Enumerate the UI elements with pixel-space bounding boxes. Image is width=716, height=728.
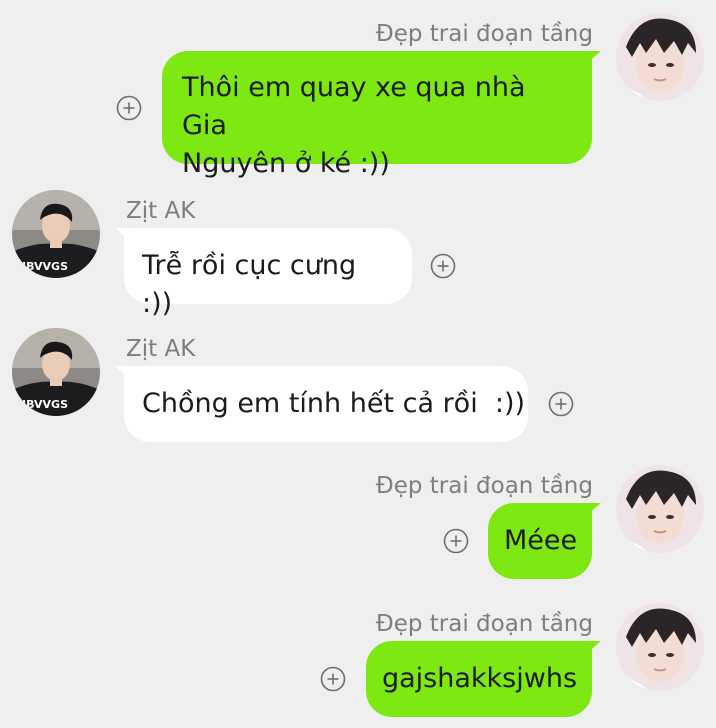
add-circle-icon[interactable] (116, 95, 142, 121)
sender-name: Zịt AK (126, 198, 196, 224)
user-avatar-icon[interactable] (616, 13, 704, 101)
message-text-line: Nguyên ở ké :)) (182, 148, 390, 179)
sender-name: Đẹp trai đoạn tầng (375, 21, 593, 47)
sender-name: Đẹp trai đoạn tầng (375, 473, 593, 499)
message-text-line: Méee (504, 525, 578, 556)
user-avatar-icon[interactable] (12, 190, 100, 278)
message-bubble[interactable]: Thôi em quay xe qua nhà Gia Nguyên ở ké … (162, 51, 601, 179)
message-text-line: Chồng em tính hết cả rồi :)) (142, 388, 526, 419)
add-circle-icon[interactable] (430, 253, 456, 279)
message-bubble[interactable]: Trễ rồi cục cưng :)) (115, 228, 412, 319)
user-avatar-icon[interactable] (12, 328, 100, 416)
message-bubble[interactable]: Méee (488, 503, 601, 579)
sender-name: Đẹp trai đoạn tầng (375, 611, 593, 637)
user-avatar-icon[interactable] (616, 465, 704, 553)
message-text-line: Thôi em quay xe qua nhà Gia (182, 72, 526, 141)
message-text-line: Trễ rồi cục cưng :)) (142, 250, 357, 319)
message-bubble[interactable]: Chồng em tính hết cả rồi :)) (115, 366, 528, 442)
add-circle-icon[interactable] (548, 391, 574, 417)
add-circle-icon[interactable] (443, 528, 469, 554)
sender-name: Zịt AK (126, 336, 196, 362)
message-text-line: gajshakksjwhs (382, 663, 578, 694)
add-circle-icon[interactable] (320, 666, 346, 692)
user-avatar-icon[interactable] (616, 603, 704, 691)
message-bubble[interactable]: gajshakksjwhs (366, 641, 601, 717)
